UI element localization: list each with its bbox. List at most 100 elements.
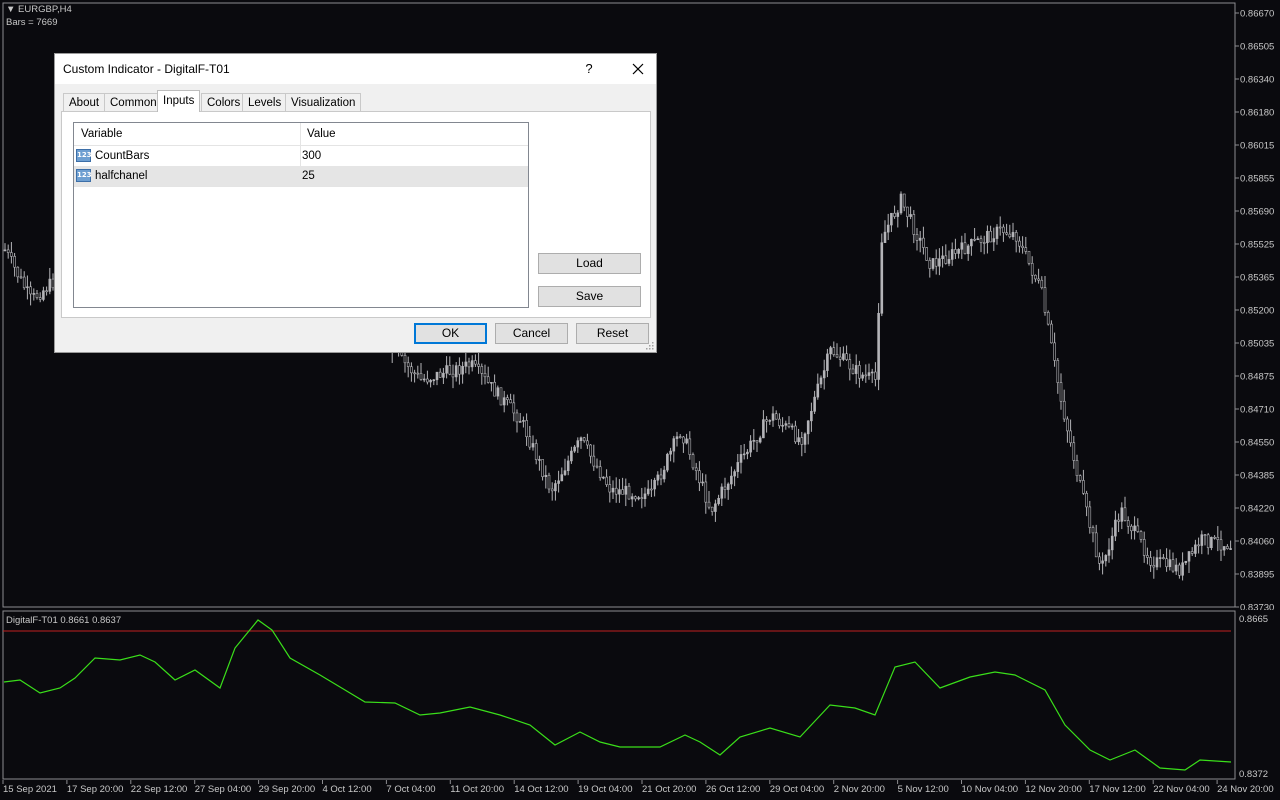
candle-body [627,485,631,500]
help-button[interactable]: ? [575,54,603,84]
candle-body [413,372,416,375]
candle-body [899,193,903,214]
candle-body [598,466,602,479]
candle-body [589,444,592,457]
candle-body [758,437,762,443]
indicator-window[interactable]: 0.8665 0.8372 [0,610,1280,780]
candle-body [835,354,839,358]
indicator-frame [2,610,1236,780]
candle-body [602,476,605,479]
candle-body [838,356,842,360]
time-axis: 15 Sep 2021 17 Sep 20:00 22 Sep 12:00 27 Se… [2,780,1274,795]
candle-body [851,368,855,374]
custom-indicator-dialog[interactable]: Custom Indicator - DigitalF-T01 ? About … [54,53,657,353]
reset-button[interactable]: Reset [576,323,649,344]
candle-body [1178,564,1181,576]
save-button[interactable]: Save [538,286,641,307]
candle-body [1184,560,1188,564]
tab-about[interactable]: About [63,93,106,111]
candle-body [1155,557,1159,568]
param-value[interactable]: 25 [302,166,315,186]
candle-body [813,396,816,412]
price-label: 0.86180 [1240,108,1274,119]
candle-body [582,437,586,442]
header-variable[interactable]: Variable [81,123,122,145]
date-label: 4 Oct 12:00 [323,784,372,795]
candle-body [1219,539,1223,551]
candle-body [493,382,496,397]
candle-body [960,242,964,250]
price-label: 0.84220 [1240,504,1274,515]
candle-body [918,237,922,241]
price-label: 0.84550 [1240,438,1274,449]
candle-body [656,474,660,481]
param-name: CountBars [95,150,150,162]
candle-body [486,376,490,383]
candle-body [931,258,935,269]
date-label: 7 Oct 04:00 [386,784,435,795]
candle-body [518,421,522,423]
table-row[interactable]: 123 CountBars 300 [74,146,528,166]
load-button[interactable]: Load [538,253,641,274]
tab-levels[interactable]: Levels [242,93,288,111]
candle-body [1085,493,1088,508]
candle-body [438,371,442,378]
candle-body [701,481,704,484]
candle-body [954,249,957,254]
price-label: 0.84060 [1240,537,1274,548]
dialog-titlebar[interactable]: Custom Indicator - DigitalF-T01 ? [55,54,656,84]
candle-body [1171,559,1175,572]
candle-body [861,374,864,379]
candle-body [1210,536,1213,549]
candle-body [1146,555,1149,558]
candle-body [1206,534,1210,549]
dropdown-triangle-icon[interactable]: ▼ [6,4,15,15]
candle-body [819,377,823,385]
candle-body [1078,475,1082,481]
param-value[interactable]: 300 [302,146,321,166]
candle-body [650,488,653,491]
candle-body [1107,549,1111,556]
numeric-param-icon: 123 [76,149,92,162]
resize-grip-icon[interactable] [646,342,654,350]
candle-body [854,365,858,374]
header-value[interactable]: Value [307,123,336,145]
candle-body [736,462,740,472]
inputs-grid[interactable]: Variable Value 123 CountBars 300 123 hal… [73,122,529,308]
candle-body [982,242,986,244]
candle-body [768,420,772,422]
candle-body [794,425,797,443]
candle-body [723,486,727,490]
price-label: 0.83730 [1240,603,1274,611]
candle-body [1213,536,1216,539]
table-row[interactable]: 123 halfchanel 25 [74,166,528,186]
close-icon[interactable] [621,54,655,84]
cancel-button[interactable]: Cancel [495,323,568,344]
price-label: 0.85525 [1240,240,1274,251]
candle-body [1066,418,1069,432]
candle-body [730,475,733,485]
candle-body [1043,287,1047,313]
candle-body [726,483,730,490]
price-label: 0.86670 [1240,9,1274,20]
candle-body [992,238,996,243]
candle-body [688,438,692,455]
candle-body [1069,430,1072,444]
candle-body [576,440,580,448]
candle-body [896,212,900,217]
candle-body [938,258,941,267]
tab-common[interactable]: Common [104,93,163,111]
candle-body [448,365,452,375]
ok-button[interactable]: OK [414,323,487,344]
date-label: 17 Sep 20:00 [67,784,124,795]
candle-body [429,380,432,383]
candle-body [630,496,634,500]
candle-body [659,474,663,480]
candle-body [826,353,829,371]
tab-colors[interactable]: Colors [201,93,247,111]
candle-body [45,290,48,293]
tab-visualization[interactable]: Visualization [285,93,362,111]
candle-body [1098,556,1101,564]
tab-inputs[interactable]: Inputs [157,90,201,112]
candle-body [986,230,989,244]
